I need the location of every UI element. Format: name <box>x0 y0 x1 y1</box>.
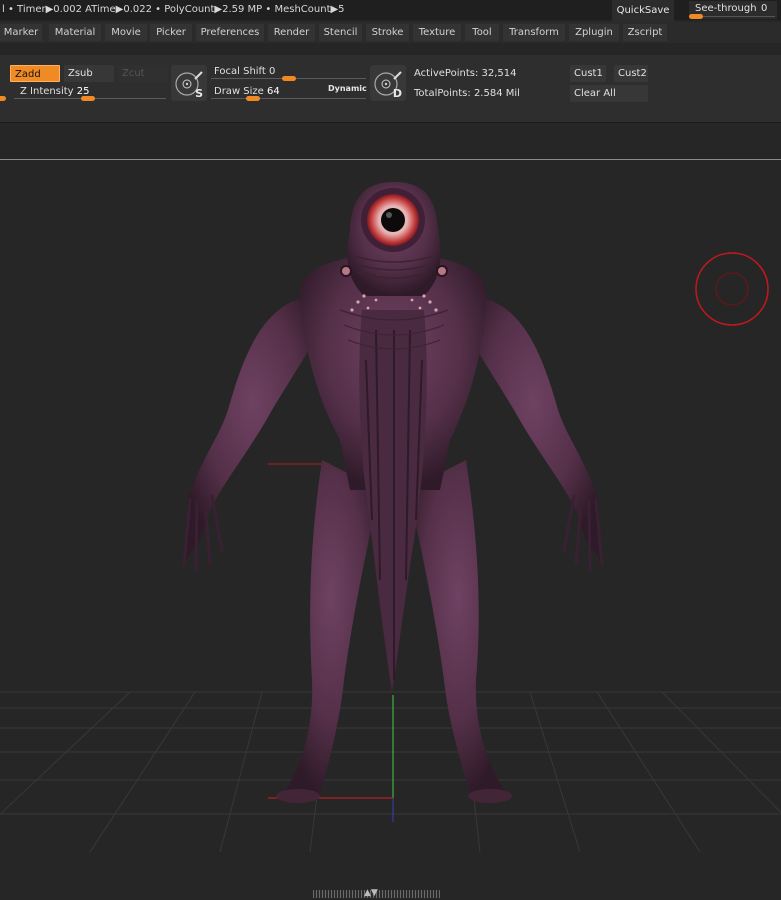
menu-texture[interactable]: Texture <box>413 24 461 41</box>
dynamic-toggle[interactable]: Dynamic <box>328 84 367 93</box>
canvas-viewport[interactable] <box>0 159 781 853</box>
focal-shift-value: 0 <box>269 66 276 77</box>
zsub-button[interactable]: Zsub <box>64 65 114 82</box>
draw-size-knob[interactable] <box>246 96 260 101</box>
alpha-letter: D <box>392 87 402 100</box>
menu-bar: Marker Material Movie Picker Preferences… <box>0 22 781 43</box>
active-points: ActivePoints: 32,514 <box>414 68 517 79</box>
z-intensity-label: Z Intensity 25 <box>20 86 90 97</box>
focal-shift-label: Focal Shift 0 <box>214 66 276 77</box>
brush-cursor <box>695 252 769 326</box>
cust1-button[interactable]: Cust1 <box>570 65 606 82</box>
status-text: l • Timer▶0.002 ATime▶0.022 • PolyCount▶… <box>2 4 345 15</box>
menu-movie[interactable]: Movie <box>105 24 147 41</box>
see-through-knob[interactable] <box>689 14 703 19</box>
stroke-button[interactable]: S <box>171 65 207 101</box>
see-through-track[interactable] <box>691 16 775 17</box>
menu-transform[interactable]: Transform <box>503 24 565 41</box>
zcut-button[interactable]: Zcut <box>118 65 168 82</box>
menu-preferences[interactable]: Preferences <box>196 24 264 41</box>
menu-picker[interactable]: Picker <box>150 24 192 41</box>
scene <box>0 182 781 852</box>
up-down-arrow-icon[interactable]: ▲▼ <box>364 888 378 898</box>
pupil <box>381 208 405 232</box>
floor-grid <box>0 691 781 852</box>
clear-all-button[interactable]: Clear All <box>570 85 648 102</box>
alpha-button[interactable]: D <box>370 65 406 101</box>
menu-zscript[interactable]: Zscript <box>623 24 667 41</box>
stroke-letter: S <box>195 87 203 100</box>
menu-marker[interactable]: Marker <box>0 24 42 41</box>
see-through-value: 0 <box>761 3 768 14</box>
bottom-tray: ▲▼ <box>0 852 781 900</box>
menu-tool[interactable]: Tool <box>465 24 499 41</box>
menu-stencil[interactable]: Stencil <box>319 24 362 41</box>
see-through-slider[interactable]: See-through 0 <box>689 1 777 19</box>
draw-size-value: 64 <box>267 86 280 97</box>
focal-shift-knob[interactable] <box>282 76 296 81</box>
menu-material[interactable]: Material <box>49 24 101 41</box>
left-tray-handle[interactable] <box>0 96 6 101</box>
quicksave-button[interactable]: QuickSave <box>612 0 674 22</box>
cust2-button[interactable]: Cust2 <box>614 65 648 82</box>
menu-render[interactable]: Render <box>268 24 315 41</box>
draw-size-track[interactable] <box>211 98 366 99</box>
z-intensity-knob[interactable] <box>81 96 95 101</box>
see-through-label: See-through <box>695 3 757 14</box>
zadd-button[interactable]: Zadd <box>10 65 60 82</box>
menu-zplugin[interactable]: Zplugin <box>569 24 619 41</box>
total-points: TotalPoints: 2.584 Mil <box>414 88 520 99</box>
menu-stroke[interactable]: Stroke <box>366 24 409 41</box>
